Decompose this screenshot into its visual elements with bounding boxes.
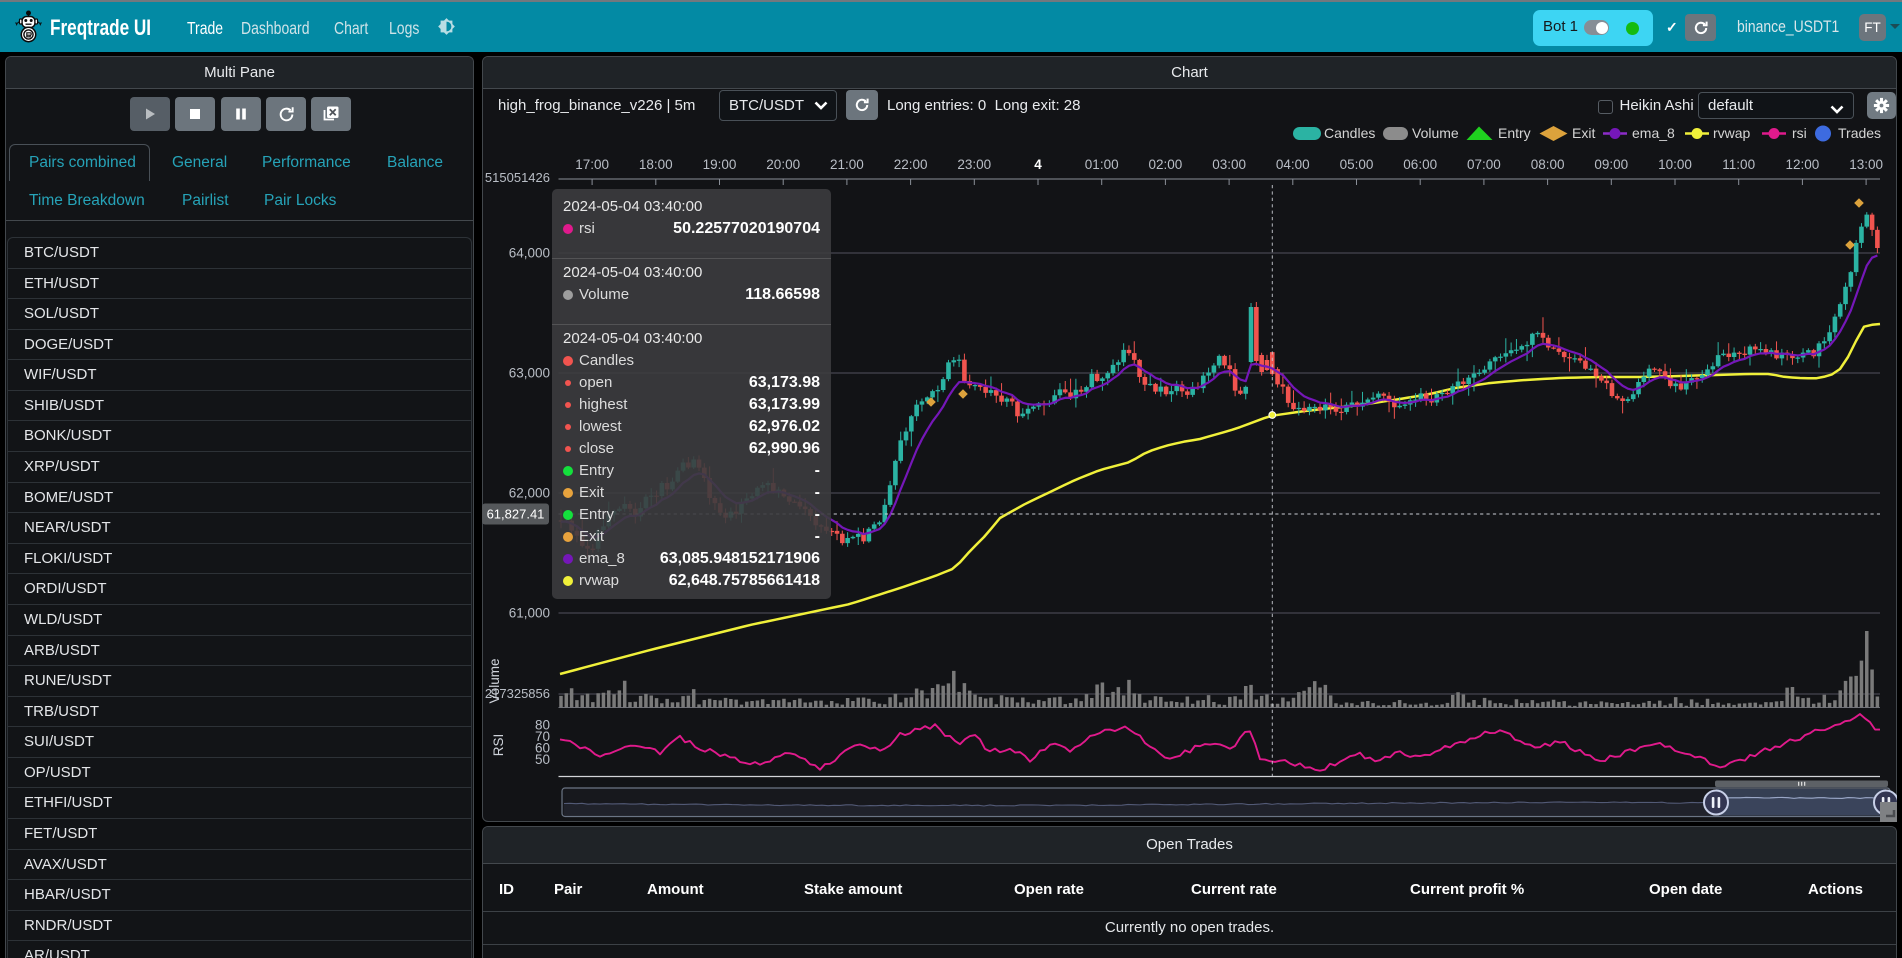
svg-text:01:00: 01:00 [1085, 157, 1119, 172]
svg-text:12:00: 12:00 [1786, 157, 1820, 172]
svg-text:61,000: 61,000 [509, 606, 550, 621]
svg-text:20:00: 20:00 [766, 157, 800, 172]
svg-text:rvwap: rvwap [1713, 125, 1751, 141]
svg-text:19:00: 19:00 [703, 157, 737, 172]
svg-text:07:00: 07:00 [1467, 157, 1501, 172]
svg-text:09:00: 09:00 [1594, 157, 1628, 172]
svg-text:Exit: Exit [1572, 125, 1595, 141]
svg-text:64,000: 64,000 [509, 246, 550, 261]
svg-text:03:00: 03:00 [1212, 157, 1246, 172]
svg-text:10:00: 10:00 [1658, 157, 1692, 172]
svg-text:21:00: 21:00 [830, 157, 864, 172]
svg-text:rsi: rsi [1792, 125, 1807, 141]
svg-text:22:00: 22:00 [894, 157, 928, 172]
svg-text:63,000: 63,000 [509, 366, 550, 381]
svg-text:ema_8: ema_8 [1632, 125, 1675, 141]
svg-text:Trades: Trades [1838, 125, 1881, 141]
svg-text:Volume: Volume [1412, 125, 1459, 141]
svg-text:08:00: 08:00 [1531, 157, 1565, 172]
svg-text:23:00: 23:00 [957, 157, 991, 172]
svg-text:04:00: 04:00 [1276, 157, 1310, 172]
svg-text:18:00: 18:00 [639, 157, 673, 172]
svg-text:02:00: 02:00 [1149, 157, 1183, 172]
svg-text:61,827.41: 61,827.41 [487, 507, 545, 522]
svg-text:4: 4 [1034, 157, 1042, 172]
svg-text:515051426: 515051426 [485, 170, 550, 185]
svg-text:13:00: 13:00 [1849, 157, 1883, 172]
svg-text:05:00: 05:00 [1340, 157, 1374, 172]
svg-text:Candles: Candles [1324, 125, 1375, 141]
svg-text:50: 50 [535, 752, 550, 767]
svg-text:06:00: 06:00 [1403, 157, 1437, 172]
svg-text:62,000: 62,000 [509, 486, 550, 501]
svg-text:17:00: 17:00 [575, 157, 609, 172]
svg-text:11:00: 11:00 [1722, 157, 1755, 172]
svg-text:Entry: Entry [1498, 125, 1531, 141]
svg-text:Volume: Volume [487, 658, 502, 703]
svg-text:RSI: RSI [491, 734, 506, 757]
